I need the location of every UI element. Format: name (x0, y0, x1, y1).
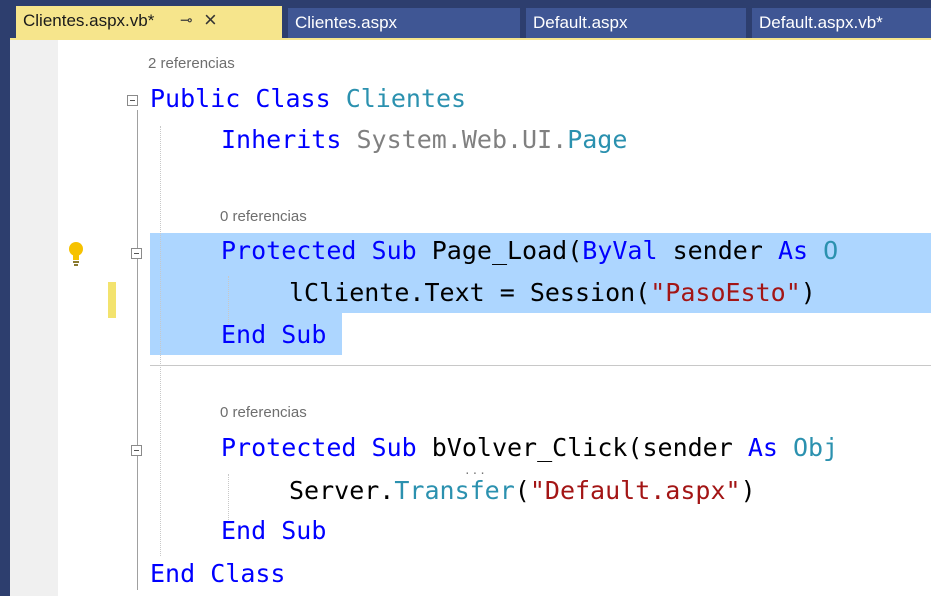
codelens-references[interactable]: 0 referencias (220, 404, 307, 421)
code-line[interactable]: End Sub (221, 320, 326, 349)
codelens-references[interactable]: 0 referencias (220, 208, 307, 225)
codelens-references[interactable]: 2 referencias (148, 55, 235, 72)
collapse-icon[interactable] (127, 95, 138, 106)
change-indicator (108, 282, 116, 318)
lightbulb-icon[interactable] (68, 240, 84, 268)
tab-label: Clientes.aspx (295, 13, 398, 32)
indent-guide (228, 276, 229, 326)
code-line[interactable]: Server.Transfer("Default.aspx") (289, 476, 756, 505)
outline-line (137, 110, 138, 590)
tab-default-aspx-vb[interactable]: Default.aspx.vb* (752, 8, 931, 38)
code-line[interactable]: Protected Sub Page_Load(ByVal sender As … (221, 236, 838, 265)
tab-clientes-aspx[interactable]: Clientes.aspx (288, 8, 520, 38)
code-line[interactable]: Public Class Clientes (150, 84, 466, 113)
code-line[interactable]: Inherits System.Web.UI.Page (221, 125, 627, 154)
code-line[interactable]: lCliente.Text = Session("PasoEsto") (289, 278, 816, 307)
pin-icon[interactable]: ⊸ (180, 6, 193, 36)
tab-label: Clientes.aspx.vb* (23, 11, 155, 30)
code-line[interactable]: Protected Sub bVolver_Click(sender As Ob… (221, 433, 838, 462)
tab-default-aspx[interactable]: Default.aspx (526, 8, 746, 38)
collapse-icon[interactable] (131, 445, 142, 456)
tab-label: Default.aspx (533, 13, 628, 32)
method-separator (150, 365, 931, 366)
tab-label: Default.aspx.vb* (759, 13, 883, 32)
indent-guide (228, 474, 229, 520)
code-line[interactable]: End Sub (221, 516, 326, 545)
document-tab-bar: Clientes.aspx.vb* ⊸ × Clientes.aspx Defa… (0, 0, 931, 38)
window-left-border (0, 38, 10, 596)
collapse-icon[interactable] (131, 248, 142, 259)
editor-gutter (10, 40, 58, 596)
tab-clientes-aspx-vb[interactable]: Clientes.aspx.vb* ⊸ × (16, 6, 282, 38)
active-tab-underline (0, 38, 931, 40)
code-line[interactable]: End Class (150, 559, 285, 588)
indent-guide (160, 126, 161, 556)
close-icon[interactable]: × (204, 6, 217, 35)
